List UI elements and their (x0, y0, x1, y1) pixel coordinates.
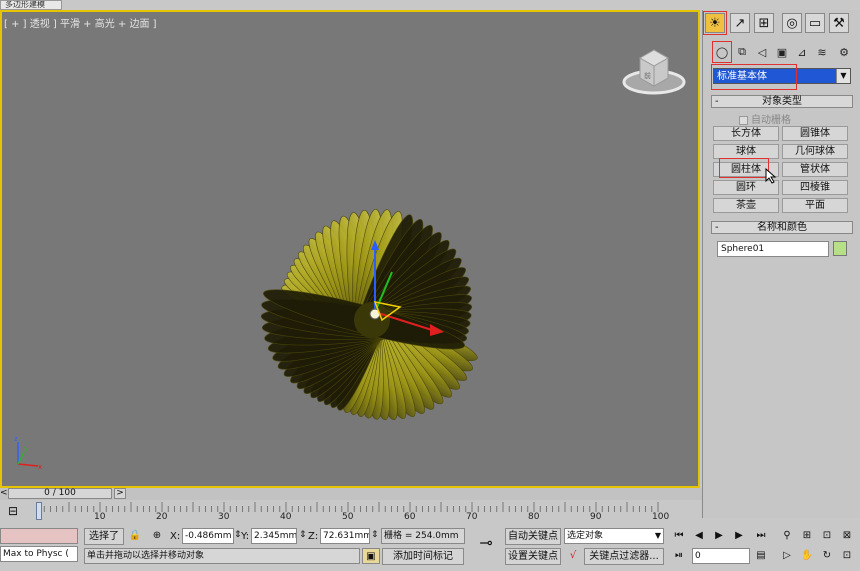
display-tab-icon[interactable]: ▭ (805, 13, 825, 33)
pan-hand-icon[interactable]: ✋ (798, 548, 816, 564)
maxscript-listener-field[interactable]: Max to Physc ( (0, 546, 78, 562)
object-type-rollout[interactable]: - 对象类型 (711, 95, 853, 108)
ruler-tick-label: 100 (652, 512, 670, 522)
script-mini-listener[interactable] (0, 528, 78, 544)
ruler-tick-label: 20 (156, 512, 168, 522)
y-label: Y: (241, 531, 250, 542)
viewport-label[interactable]: [ + ] 透视 ] 平滑 + 高光 + 边面 ] (4, 15, 157, 30)
key-mode-toggle-icon[interactable]: ⏯ (670, 548, 688, 564)
teapot-button[interactable]: 茶壶 (713, 198, 779, 213)
rollout-title: 对象类型 (762, 96, 802, 107)
auto-key-button[interactable]: 自动关键点 (505, 528, 561, 545)
previous-frame-icon[interactable]: ◀ (690, 528, 708, 544)
primitive-type-dropdown[interactable]: 标准基本体 ▼ (713, 68, 851, 84)
key-filters-button[interactable]: 关键点过滤器... (584, 548, 664, 565)
viewcube-icon[interactable]: 前 (620, 38, 688, 102)
spinner-icon[interactable]: ⇕ (299, 530, 307, 540)
zoom-extents-icon[interactable]: ⊡ (818, 528, 836, 544)
x-label: X: (170, 531, 181, 542)
create-tab-sun-icon[interactable]: ☀ (705, 13, 725, 33)
object-name-input[interactable]: Sphere01 (717, 241, 829, 257)
cameras-icon[interactable]: ▣ (773, 43, 791, 61)
document-tab[interactable]: 多边形建模 (0, 0, 62, 10)
z-label: Z: (308, 531, 319, 542)
time-tag-icon[interactable]: ▣ (362, 548, 380, 564)
box-button[interactable]: 长方体 (713, 126, 779, 141)
timeline-next-icon[interactable]: > (114, 488, 126, 499)
viewcube-face-label: 前 (644, 71, 651, 80)
field-of-view-icon[interactable]: ▷ (778, 548, 796, 564)
modify-tab-icon[interactable]: ↗ (730, 13, 750, 33)
ruler-tick-label: 50 (342, 512, 354, 522)
motion-tab-icon[interactable]: ◎ (782, 13, 802, 33)
zoom-extents-all-icon[interactable]: ⊠ (838, 528, 856, 544)
time-slider[interactable]: 0 / 100 (8, 488, 112, 499)
ruler-tick-label: 40 (280, 512, 292, 522)
next-frame-icon[interactable]: ▶ (730, 528, 748, 544)
y-coordinate-input[interactable]: 2.345mm (251, 528, 297, 544)
shapes-icon[interactable]: ⧉ (733, 43, 751, 61)
lock-selection-icon[interactable]: 🔒 (126, 528, 144, 544)
svg-text:x: x (38, 463, 42, 471)
rollout-title: 名称和颜色 (757, 222, 807, 233)
time-config-icon[interactable]: ▤ (752, 548, 770, 564)
twisted-sphere-model[interactable] (232, 202, 512, 452)
curve-editor-icon[interactable]: ⊟ (2, 504, 24, 522)
geometry-sphere-icon[interactable]: ◯ (713, 43, 731, 61)
set-key-button[interactable]: 设置关键点 (505, 548, 561, 565)
geosphere-button[interactable]: 几何球体 (782, 144, 848, 159)
pyramid-button[interactable]: 四棱锥 (782, 180, 848, 195)
ruler-tick-label: 60 (404, 512, 416, 522)
key-icon[interactable]: ⊸ (472, 534, 500, 552)
go-to-end-icon[interactable]: ⏭ (752, 528, 770, 544)
command-panel: ☀ ↗ ⊞ ◎ ▭ ⚒ ◯ ⧉ ◁ ▣ ⊿ ≋ ⚙ 标准基本体 ▼ - 对象类型 … (702, 10, 860, 518)
lights-icon[interactable]: ◁ (753, 43, 771, 61)
grid-size-display: 栅格 = 254.0mm (381, 528, 465, 544)
play-icon[interactable]: ▶ (710, 528, 728, 544)
ruler-tick-label: 80 (528, 512, 540, 522)
zoom-all-icon[interactable]: ⊞ (798, 528, 816, 544)
sphere-button[interactable]: 球体 (713, 144, 779, 159)
ruler-tick-label: 70 (466, 512, 478, 522)
chevron-down-icon[interactable]: ▼ (655, 529, 661, 543)
cone-button[interactable]: 圆锥体 (782, 126, 848, 141)
ruler-tick-label: 10 (94, 512, 106, 522)
ruler-tick-label: 90 (590, 512, 602, 522)
name-color-rollout[interactable]: - 名称和颜色 (711, 221, 853, 234)
transform-mode-icon[interactable]: ⊕ (148, 528, 166, 544)
go-to-start-icon[interactable]: ⏮ (670, 528, 688, 544)
selection-count-button[interactable]: 选择了 (84, 528, 124, 545)
timeline-ruler[interactable]: 10 20 30 40 50 60 70 80 90 100 (34, 502, 669, 524)
tube-button[interactable]: 管状体 (782, 162, 848, 177)
key-mode-curve-icon[interactable]: √ (564, 548, 582, 564)
dropdown-value: 标准基本体 (717, 71, 767, 82)
systems-icon[interactable]: ⚙ (835, 43, 853, 61)
axis-tripod-icon: z x y (14, 435, 42, 471)
utilities-tab-hammer-icon[interactable]: ⚒ (829, 13, 849, 33)
spinner-icon[interactable]: ⇕ (371, 530, 379, 540)
plane-button[interactable]: 平面 (782, 198, 848, 213)
ruler-tick-label: 30 (218, 512, 230, 522)
current-frame-input[interactable]: 0 (692, 548, 750, 564)
svg-text:y: y (24, 445, 28, 453)
key-target-select[interactable]: 选定对象 ▼ (564, 528, 664, 544)
zoom-icon[interactable]: ⚲ (778, 528, 796, 544)
hierarchy-tab-icon[interactable]: ⊞ (754, 13, 774, 33)
helpers-icon[interactable]: ⊿ (793, 43, 811, 61)
perspective-viewport[interactable]: [ + ] 透视 ] 平滑 + 高光 + 边面 ] 前 z x y (0, 10, 700, 488)
add-time-tag-button[interactable]: 添加时间标记 (382, 548, 464, 565)
prompt-line: 单击并拖动以选择并移动对象 (84, 548, 360, 564)
timeline-prev-icon[interactable]: < (0, 488, 8, 499)
orbit-icon[interactable]: ↻ (818, 548, 836, 564)
mouse-cursor-icon (765, 168, 777, 184)
chevron-down-icon[interactable]: ▼ (836, 69, 850, 83)
object-color-swatch[interactable] (833, 241, 847, 256)
maximize-viewport-icon[interactable]: ⊡ (838, 548, 856, 564)
space-warps-icon[interactable]: ≋ (813, 43, 831, 61)
x-coordinate-input[interactable]: -0.486mm (182, 528, 234, 544)
svg-text:z: z (14, 435, 18, 443)
z-coordinate-input[interactable]: 72.631mm (320, 528, 370, 544)
autogrid-checkbox[interactable]: 自动栅格 (739, 111, 791, 126)
